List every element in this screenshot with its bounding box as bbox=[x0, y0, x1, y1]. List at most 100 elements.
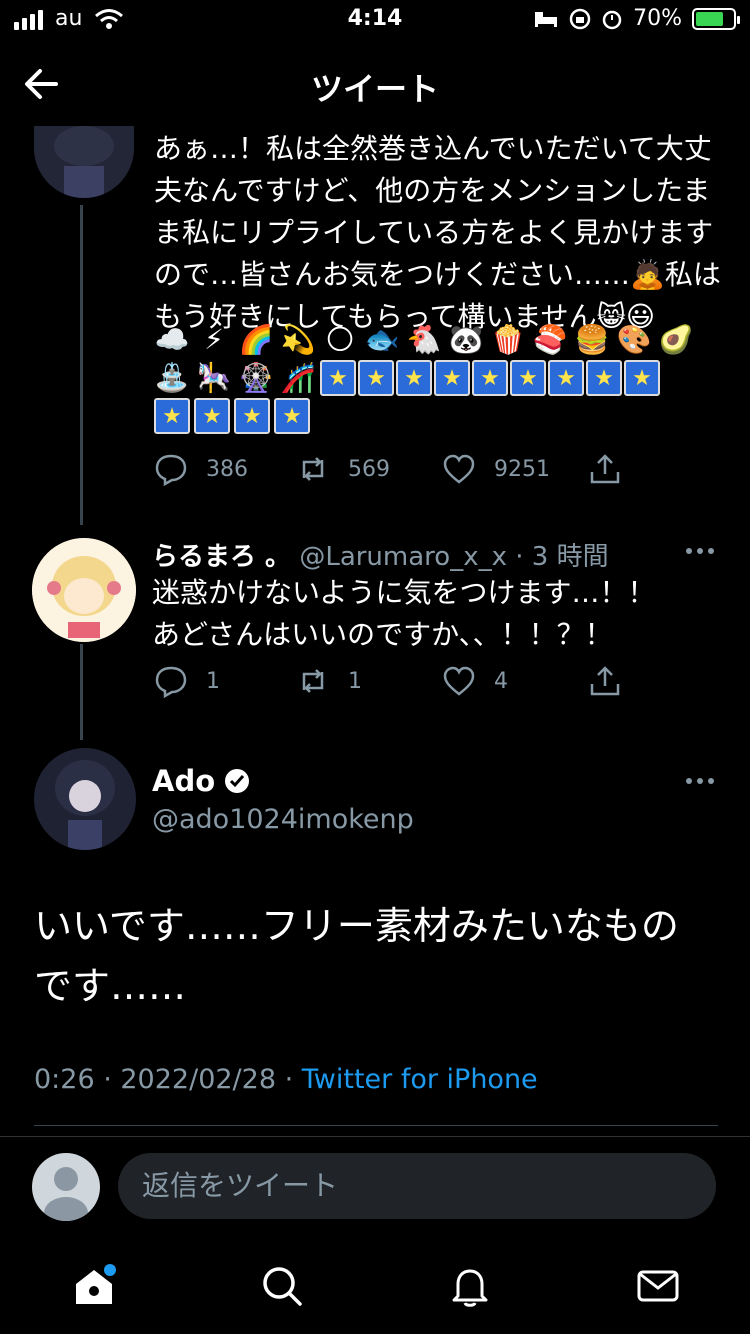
lightning-emoji: ⚡ bbox=[204, 323, 224, 356]
shooting-star-icon: ★ bbox=[194, 398, 230, 434]
ferris-wheel-emoji: 🎡 bbox=[238, 361, 274, 394]
battery-percent: 70% bbox=[633, 6, 682, 31]
more-icon[interactable] bbox=[686, 778, 720, 788]
tweet-text: 迷惑かけないように気をつけます…！！ あどさんはいいのですか、、！！？！ bbox=[152, 572, 722, 656]
share-button[interactable] bbox=[588, 452, 622, 486]
tweet-line: あぁ…！私は全然巻き込んでいただいて大丈 bbox=[154, 132, 712, 165]
palette-emoji: 🎨 bbox=[616, 323, 652, 356]
user-avatar[interactable] bbox=[32, 1153, 100, 1221]
popcorn-emoji: 🍿 bbox=[490, 323, 526, 356]
reply-icon bbox=[155, 666, 187, 698]
author-name[interactable]: Ado bbox=[152, 764, 215, 798]
shooting-star-icon: ★ bbox=[510, 360, 546, 396]
cloud-emoji: ☁️ bbox=[154, 323, 190, 356]
shooting-star-icon: ★ bbox=[586, 360, 622, 396]
roller-coaster-emoji: 🎢 bbox=[280, 361, 316, 394]
shooting-star-icon: ★ bbox=[396, 360, 432, 396]
retweet-icon bbox=[302, 457, 324, 481]
shooting-star-icon: ★ bbox=[234, 398, 270, 434]
author-name[interactable]: らるまろ 。 bbox=[152, 542, 291, 572]
rainbow-emoji: 🌈 bbox=[238, 323, 274, 356]
panda-emoji: 🐼 bbox=[448, 323, 484, 356]
emoji-row: ⛲ 🎠 🎡 🎢 ★ ★ ★ ★ ★ ★ ★ ★ ★ bbox=[152, 360, 660, 396]
burger-emoji: 🍔 bbox=[574, 323, 610, 356]
bottom-nav bbox=[0, 1246, 750, 1334]
tweet-meta: らるまろ 。 @Larumaro_x_x · 3 時間 bbox=[152, 536, 609, 573]
main-tweet-text: いいです……フリー素材みたいなもの です…… bbox=[34, 896, 724, 1016]
like-button[interactable]: 9251 bbox=[442, 452, 550, 486]
shooting-star-icon: ★ bbox=[434, 360, 470, 396]
moon-emoji: 🌕 bbox=[325, 323, 355, 356]
retweet-button[interactable]: 569 bbox=[296, 452, 390, 486]
shooting-star-icon: ★ bbox=[358, 360, 394, 396]
messages-icon[interactable] bbox=[634, 1262, 682, 1310]
shooting-star-icon: ★ bbox=[624, 360, 660, 396]
shooting-star-icon: ★ bbox=[320, 360, 356, 396]
notifications-icon[interactable] bbox=[446, 1262, 494, 1310]
tweet-timestamp: 0:26 · 2022/02/28 · Twitter for iPhone bbox=[34, 1064, 538, 1095]
reply-count: 386 bbox=[206, 456, 248, 482]
tweet-line: 夫なんですけど、他の方をメンションしたま bbox=[154, 174, 711, 207]
timestamp-text: 0:26 · 2022/02/28 · bbox=[34, 1064, 302, 1095]
reply-count: 1 bbox=[206, 668, 220, 694]
tweet-time: · 3 時間 bbox=[515, 542, 609, 572]
reply-input[interactable]: 返信をツイート bbox=[118, 1153, 716, 1219]
reply-button[interactable]: 386 bbox=[154, 452, 248, 486]
emoji-row: ☁️ ⚡ 🌈 💫 🌕 🐟 🐔 🐼 🍿 🍣 🍔 🎨 🥑 bbox=[152, 322, 696, 358]
fountain-emoji: ⛲ bbox=[154, 361, 190, 394]
reply-bar: 返信をツイート bbox=[0, 1136, 750, 1237]
thread-line bbox=[80, 644, 83, 740]
tweet-line: です…… bbox=[34, 964, 187, 1008]
search-icon[interactable] bbox=[258, 1262, 306, 1310]
retweet-button[interactable]: 1 bbox=[296, 664, 362, 698]
sushi-emoji: 🍣 bbox=[532, 323, 568, 356]
author-handle[interactable]: @ado1024imokenp bbox=[152, 804, 414, 835]
status-bar: au 4:14 70% bbox=[0, 0, 750, 40]
avatar[interactable] bbox=[34, 126, 134, 198]
tweet-line: ま私にリプライしている方をよく見かけます bbox=[154, 216, 714, 249]
heart-icon bbox=[443, 666, 475, 696]
divider bbox=[34, 1125, 718, 1126]
alarm-icon bbox=[602, 10, 622, 29]
source-link[interactable]: Twitter for iPhone bbox=[302, 1064, 538, 1095]
shooting-star-icon: ★ bbox=[274, 398, 310, 434]
battery-icon bbox=[692, 7, 740, 30]
more-icon[interactable] bbox=[686, 548, 720, 558]
retweet-count: 1 bbox=[348, 668, 362, 694]
bed-icon bbox=[535, 11, 558, 27]
reply-button[interactable]: 1 bbox=[154, 664, 220, 698]
shooting-star-icon: ★ bbox=[472, 360, 508, 396]
verified-badge-icon bbox=[225, 769, 250, 793]
carousel-emoji: 🎠 bbox=[196, 361, 232, 394]
author-name-row: Ado bbox=[152, 764, 251, 798]
status-right: 70% bbox=[533, 6, 740, 31]
like-count: 9251 bbox=[494, 456, 550, 482]
tweet-line: 迷惑かけないように気をつけます…！！ bbox=[152, 576, 656, 609]
home-icon[interactable] bbox=[70, 1262, 118, 1310]
tweet-line: あどさんはいいのですか、、！！？！ bbox=[152, 618, 613, 651]
share-button[interactable] bbox=[588, 664, 622, 698]
like-button[interactable]: 4 bbox=[442, 664, 508, 698]
fish-emoji: 🐟 bbox=[364, 323, 400, 356]
orientation-lock-icon bbox=[569, 8, 591, 29]
emoji-row: ★ ★ ★ ★ bbox=[154, 398, 310, 434]
retweet-count: 569 bbox=[348, 456, 390, 482]
author-handle[interactable]: @Larumaro_x_x bbox=[299, 542, 507, 572]
shooting-star-icon: ★ bbox=[154, 398, 190, 434]
dizzy-emoji: 💫 bbox=[280, 323, 316, 356]
shooting-star-icon: ★ bbox=[548, 360, 584, 396]
avatar[interactable] bbox=[34, 748, 136, 850]
reply-icon bbox=[155, 454, 187, 486]
header: ツイート bbox=[0, 44, 750, 124]
heart-icon bbox=[443, 454, 475, 484]
retweet-icon bbox=[302, 669, 324, 693]
share-icon bbox=[590, 454, 620, 484]
share-icon bbox=[590, 666, 620, 696]
tweet-text: あぁ…！私は全然巻き込んでいただいて大丈 夫なんですけど、他の方をメンションした… bbox=[154, 128, 724, 338]
tweet-line: いいです……フリー素材みたいなもの bbox=[34, 904, 679, 948]
page-title: ツイート bbox=[310, 70, 439, 108]
tweet-line: ので…皆さんお気をつけください……🙇私は bbox=[154, 258, 721, 291]
like-count: 4 bbox=[494, 668, 508, 694]
chicken-emoji: 🐔 bbox=[406, 323, 442, 356]
avatar[interactable] bbox=[32, 538, 136, 642]
